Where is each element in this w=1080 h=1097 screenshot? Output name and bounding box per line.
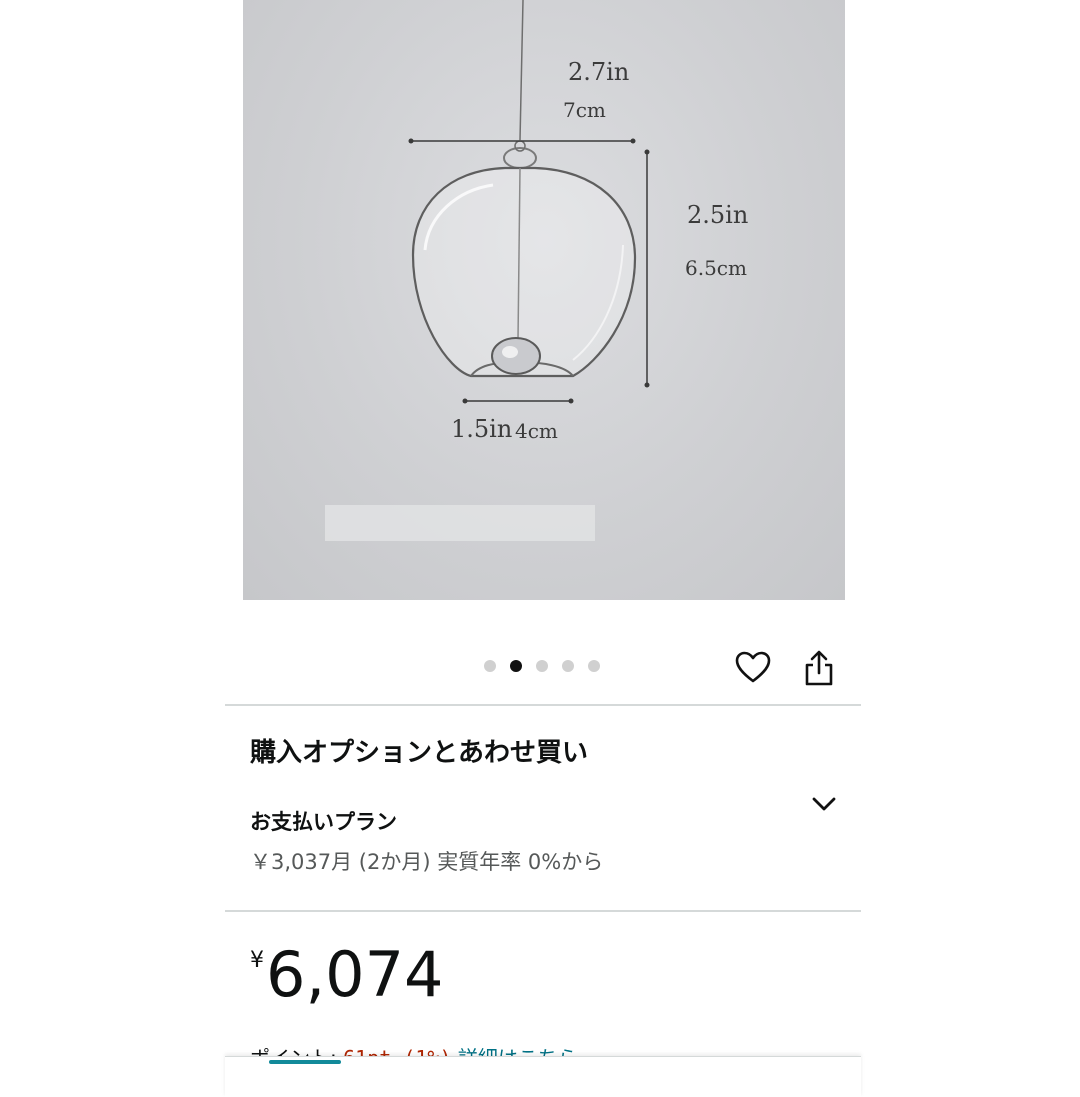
carousel-dot[interactable]	[536, 660, 548, 672]
bottom-cm-label: 4cm	[515, 419, 558, 443]
price: ¥6,074	[250, 944, 444, 1006]
bottom-inches-label: 1.5in	[451, 415, 513, 443]
divider	[225, 910, 861, 912]
carousel-dot[interactable]	[484, 660, 496, 672]
glass-wind-chime-illustration	[325, 0, 650, 541]
height-inches-label: 2.5in	[687, 201, 749, 229]
carousel-dot[interactable]	[588, 660, 600, 672]
bottom-navigation-bar[interactable]	[225, 1056, 861, 1097]
image-carousel-dots[interactable]	[484, 660, 600, 672]
active-tab-indicator	[269, 1060, 341, 1064]
favorite-button[interactable]	[733, 648, 773, 688]
purchase-options-heading: 購入オプションとあわせ買い	[250, 738, 589, 768]
payment-plan-title[interactable]: お支払いプラン	[250, 806, 397, 836]
divider	[225, 704, 861, 706]
price-amount: 6,074	[266, 938, 444, 1011]
carousel-dot[interactable]	[562, 660, 574, 672]
heart-icon	[735, 651, 771, 683]
product-image[interactable]: 2.7in 7cm 2.5in 6.5cm 1.5in 4cm	[243, 0, 845, 600]
width-cm-label: 7cm	[563, 98, 606, 122]
chevron-down-icon[interactable]	[810, 794, 838, 816]
share-icon	[805, 650, 833, 686]
share-button[interactable]	[799, 648, 839, 688]
payment-plan-detail: ￥3,037月 (2か月) 実質年率 0%から	[250, 850, 604, 874]
currency-symbol: ¥	[250, 948, 264, 973]
height-cm-label: 6.5cm	[685, 256, 747, 280]
width-inches-label: 2.7in	[568, 58, 630, 86]
carousel-dot-active[interactable]	[510, 660, 522, 672]
